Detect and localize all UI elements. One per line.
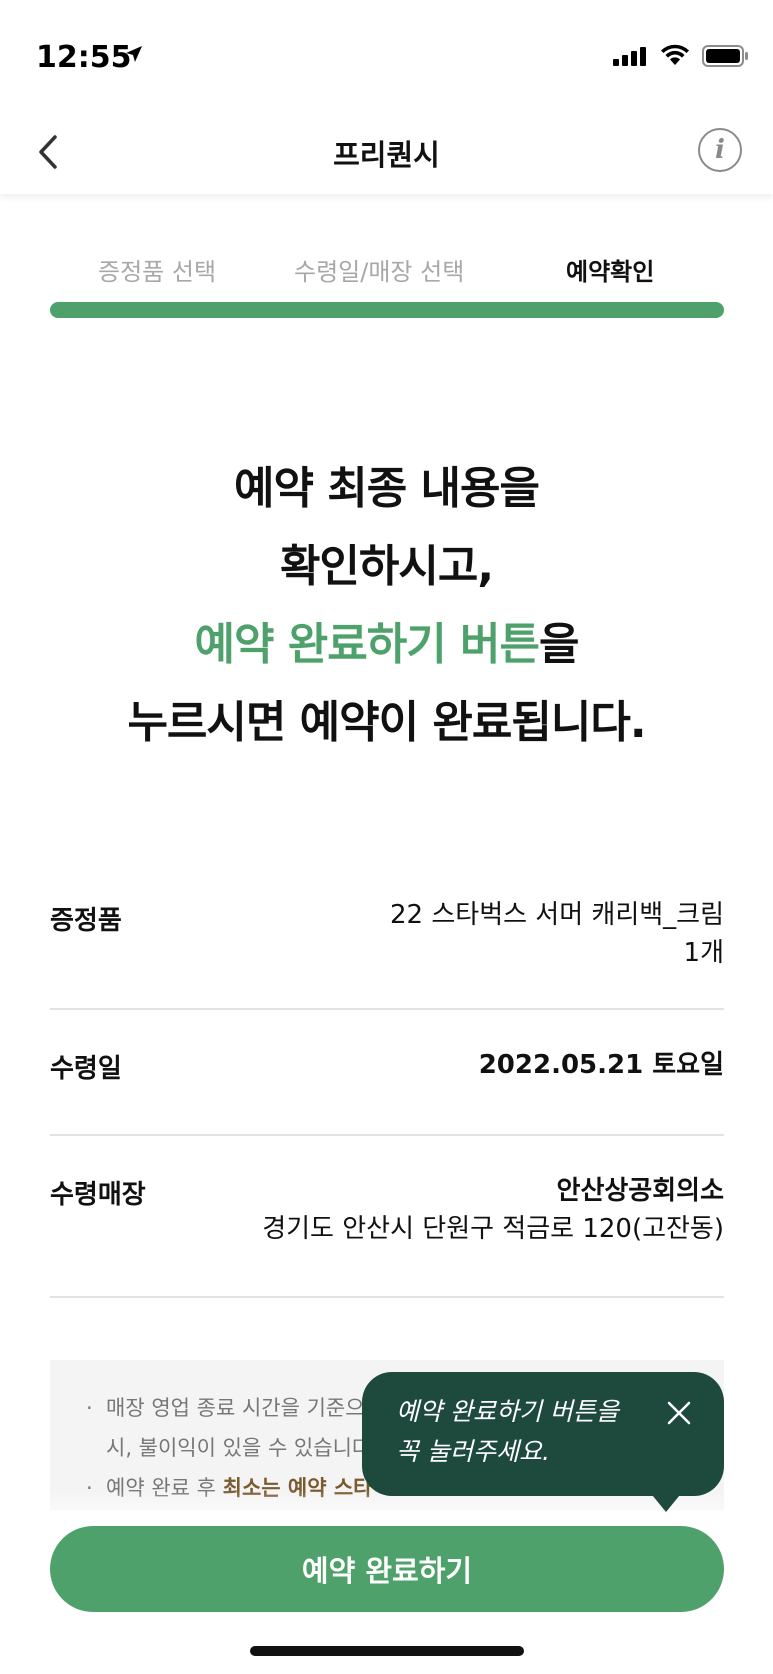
gift-name: 22 스타벅스 서머 캐리백_크림	[390, 900, 724, 930]
info-button[interactable]: i	[698, 128, 742, 172]
message-line-4: 누르시면 예약이 완료됩니다.	[127, 697, 646, 748]
message-line-3-rest: 을	[539, 619, 579, 670]
info-icon: i	[715, 135, 725, 165]
status-time: 12:55	[36, 40, 132, 75]
tooltip-line-1: 예약 완료하기 버튼을	[396, 1397, 619, 1426]
signal-icon	[613, 47, 646, 66]
step-date-store-select: 수령일/매장 선택	[294, 258, 465, 286]
detail-row-store: 수령매장 안산상공회의소 경기도 안산시 단원구 적금로 120(고잔동)	[50, 1136, 724, 1298]
gift-label: 증정품	[50, 906, 122, 936]
home-indicator	[250, 1646, 524, 1656]
gift-value: 22 스타벅스 서머 캐리백_크림 1개	[390, 896, 724, 972]
location-arrow-icon	[126, 46, 142, 62]
close-icon[interactable]	[664, 1398, 694, 1428]
detail-row-gift: 증정품 22 스타벅스 서머 캐리백_크림 1개	[50, 880, 724, 1010]
notice-text: 시, 불이익이 있을 수 있습니다	[106, 1436, 372, 1460]
notice-item: · 매장 영업 종료 시간을 기준으로 시, 불이익이 있을 수 있습니다	[86, 1388, 384, 1468]
notice-bullet: ·	[86, 1396, 93, 1420]
step-progress-bar	[50, 302, 724, 318]
step-confirm: 예약확인	[566, 258, 655, 286]
tooltip-tail	[648, 1490, 684, 1512]
message-line-3: 예약 완료하기 버튼을	[0, 606, 773, 684]
page-title: 프리퀀시	[333, 138, 440, 172]
step-indicator: 증정품 선택 수령일/매장 선택 예약확인	[50, 252, 724, 292]
reservation-details: 증정품 22 스타벅스 서머 캐리백_크림 1개 수령일 2022.05.21 …	[50, 880, 724, 1298]
detail-row-date: 수령일 2022.05.21 토요일	[50, 1010, 724, 1136]
gift-quantity: 1개	[683, 938, 724, 968]
status-bar: 12:55	[0, 0, 773, 110]
cta-tooltip: 예약 완료하기 버튼을 꼭 눌러주세요.	[362, 1372, 724, 1496]
date-label: 수령일	[50, 1054, 122, 1084]
app-header: 프리퀀시 i	[0, 110, 773, 194]
step-gift-select: 증정품 선택	[98, 258, 217, 286]
complete-reservation-button[interactable]: 예약 완료하기	[50, 1526, 724, 1612]
confirm-message: 예약 최종 내용을 확인하시고, 예약 완료하기 버튼을 누르시면 예약이 완료…	[0, 450, 773, 762]
store-name: 안산상공회의소	[556, 1176, 724, 1206]
store-address: 경기도 안산시 단원구 적금로 120(고잔동)	[262, 1214, 724, 1244]
date-value: 2022.05.21 토요일	[478, 1050, 724, 1080]
store-value: 안산상공회의소 경기도 안산시 단원구 적금로 120(고잔동)	[262, 1172, 724, 1248]
message-line-2: 확인하시고,	[279, 541, 494, 592]
notice-text: 매장 영업 종료 시간을 기준으로	[106, 1396, 384, 1420]
store-label: 수령매장	[50, 1180, 146, 1210]
wifi-icon	[661, 44, 689, 65]
message-line-1: 예약 최종 내용을	[234, 463, 540, 514]
battery-icon	[702, 45, 748, 67]
message-accent: 예약 완료하기 버튼	[194, 619, 540, 670]
tooltip-text: 예약 완료하기 버튼을 꼭 눌러주세요.	[396, 1392, 619, 1472]
tooltip-line-2: 꼭 눌러주세요.	[396, 1437, 550, 1466]
